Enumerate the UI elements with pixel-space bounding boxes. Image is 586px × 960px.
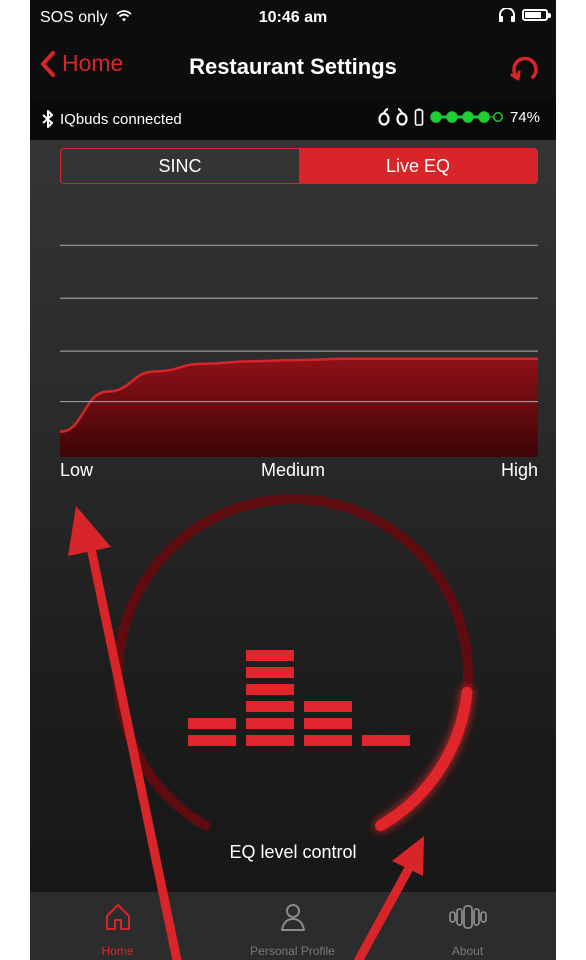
profile-icon (280, 904, 305, 931)
eq-curve-area (60, 358, 538, 457)
battery-level-indicator (430, 111, 503, 123)
segment-live-eq[interactable]: Live EQ (299, 149, 537, 183)
eq-level-label: EQ level control (229, 842, 357, 862)
segment-sinc[interactable]: SINC (61, 149, 299, 183)
headphones-icon (499, 8, 515, 22)
battery-level-dot (446, 111, 458, 123)
earbud-right-icon (396, 108, 408, 126)
case-battery-icon (414, 108, 424, 126)
battery-level-dot (493, 112, 503, 122)
battery-icon (522, 9, 551, 21)
connection-bar: IQbuds connected 74% (30, 98, 556, 140)
tab-personal-profile[interactable]: Personal Profile (205, 892, 380, 960)
reset-icon[interactable] (508, 50, 542, 84)
axis-label-medium: Medium (260, 460, 326, 480)
tab-home[interactable]: Home (30, 892, 205, 960)
axis-label-high: High (500, 460, 538, 480)
tab-home-label: Home (101, 944, 134, 958)
earbud-left-icon (378, 108, 390, 126)
tab-about-label: About (451, 944, 484, 958)
battery-level-dot (430, 111, 442, 123)
battery-percent: 74% (509, 108, 540, 126)
bluetooth-icon (42, 110, 53, 128)
home-icon (105, 904, 130, 930)
status-bar: SOS only 10:46 am (30, 0, 556, 36)
tab-personal-profile-label: Personal Profile (250, 944, 335, 958)
battery-level-dot (462, 111, 474, 123)
battery-level-dot (478, 111, 490, 123)
page-title: Restaurant Settings (189, 54, 397, 79)
clock: 10:46 am (258, 9, 328, 26)
tab-about[interactable]: About (380, 892, 555, 960)
dial-level-arc[interactable] (375, 686, 473, 832)
dial-track (112, 494, 473, 831)
equalizer-icon (188, 650, 410, 746)
mode-segmented-control[interactable]: SINC Live EQ (60, 148, 538, 184)
eq-level-dial[interactable] (30, 490, 556, 890)
nav-bar: Home Restaurant Settings (30, 36, 556, 98)
connection-status: IQbuds connected (60, 110, 182, 128)
phone-screen: SOS only 10:46 am Home Restaurant Settin… (30, 0, 556, 960)
tab-bar: Home Personal Profile About (30, 892, 556, 960)
about-icon (448, 905, 487, 929)
eq-chart (60, 244, 538, 457)
